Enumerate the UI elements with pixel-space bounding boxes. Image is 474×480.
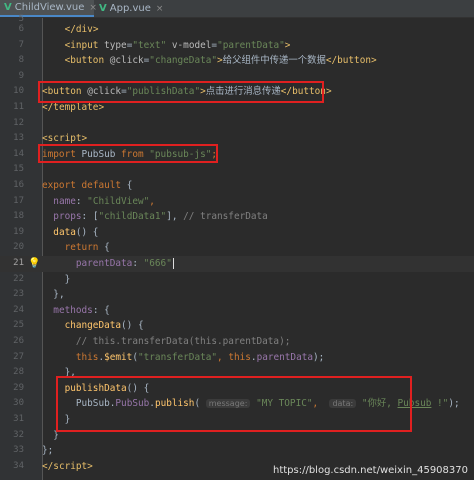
line-number: 34 <box>13 460 24 471</box>
code-line: 8 <button @click="changeData">给父组件中传递一个数… <box>0 53 474 69</box>
line-number: 7 <box>18 39 24 50</box>
line-number: 21 <box>13 258 24 268</box>
code-editor[interactable]: 5 6 </div> 7 <input type="text" v-model=… <box>0 14 474 480</box>
line-number: 32 <box>13 429 24 440</box>
code-line: 12 <box>0 116 474 132</box>
line-number: 14 <box>13 148 24 159</box>
line-number: 33 <box>13 445 24 456</box>
code-line: 20 return { <box>0 240 474 256</box>
line-number: 8 <box>18 55 24 66</box>
line-number: 25 <box>13 320 24 331</box>
code-line: 7 <input type="text" v-model="parentData… <box>0 38 474 54</box>
highlight-box-import <box>38 144 218 163</box>
line-number: 22 <box>13 273 24 284</box>
line-number: 20 <box>13 242 24 253</box>
line-number: 12 <box>13 117 24 128</box>
highlight-box-button <box>38 81 324 103</box>
line-number: 30 <box>13 398 24 409</box>
code-line: 6 </div> <box>0 22 474 38</box>
line-number: 16 <box>13 180 24 190</box>
code-line: 18 props: ["childData1"], // transferDat… <box>0 209 474 225</box>
watermark: https://blog.csdn.net/weixin_45908370 <box>272 465 468 476</box>
code-line: 25 changeData() { <box>0 318 474 334</box>
line-number: 11 <box>13 102 24 112</box>
code-line: 15 <box>0 162 474 178</box>
code-line: 22 } <box>0 272 474 288</box>
code-line: 26 // this.transferData(this.parentData)… <box>0 334 474 350</box>
line-number: 10 <box>13 86 24 97</box>
line-number: 13 <box>13 133 24 144</box>
code-line: 27 this.$emit("transferData", this.paren… <box>0 350 474 366</box>
code-line: 33}; <box>0 443 474 459</box>
line-number: 18 <box>13 211 24 222</box>
code-line: 23 }, <box>0 287 474 303</box>
line-number: 9 <box>18 70 24 81</box>
line-number: 29 <box>13 382 24 393</box>
line-number: 17 <box>13 195 24 206</box>
line-number: 23 <box>13 289 24 300</box>
code-line: 16 export default { <box>0 178 474 194</box>
line-number: 26 <box>13 336 24 346</box>
lightbulb-icon[interactable]: 💡 <box>28 256 40 272</box>
code-line: 24 methods: { <box>0 303 474 319</box>
line-number: 24 <box>13 304 24 315</box>
code-line: 17 name: "ChildView", <box>0 194 474 210</box>
highlight-box-publish <box>56 376 412 432</box>
line-number: 31 <box>13 414 24 424</box>
line-number: 28 <box>13 367 24 378</box>
line-number: 6 <box>18 24 24 34</box>
line-number: 19 <box>13 226 24 237</box>
line-number: 15 <box>13 164 24 175</box>
code-line-current: 21 💡 parentData: "666" <box>0 256 474 272</box>
code-line: 19 data() { <box>0 225 474 241</box>
line-number: 27 <box>13 351 24 362</box>
